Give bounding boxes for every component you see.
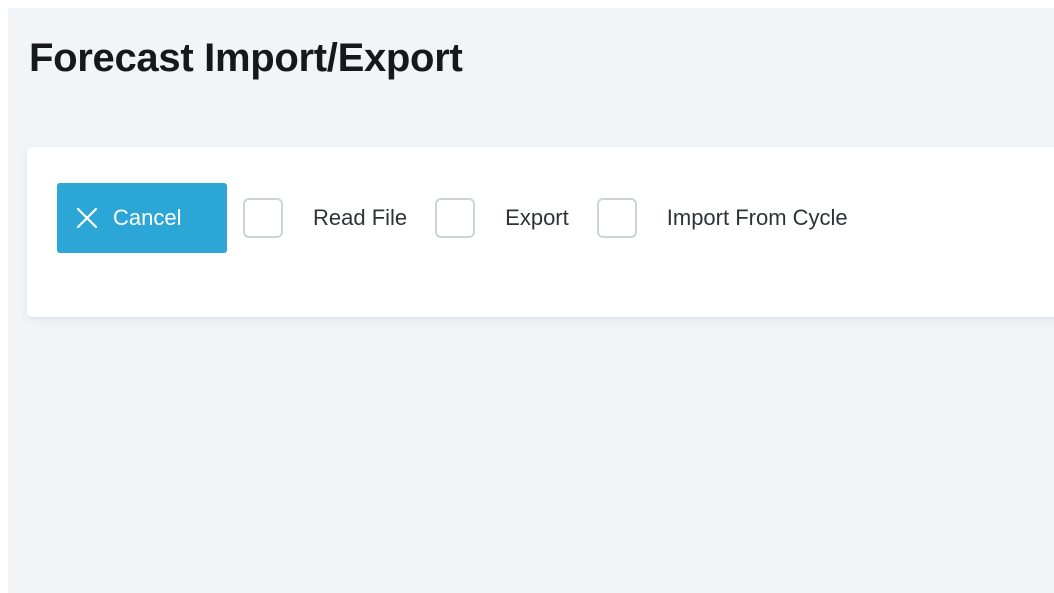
- cancel-button[interactable]: Cancel: [57, 183, 227, 253]
- action-card: Cancel Read File Export Import From Cycl…: [27, 147, 1054, 317]
- import-from-cycle-option[interactable]: Import From Cycle: [596, 198, 848, 238]
- page-title: Forecast Import/Export: [29, 36, 463, 80]
- cancel-button-label: Cancel: [113, 205, 182, 230]
- export-label: Export: [505, 205, 569, 230]
- import-from-cycle-label: Import From Cycle: [666, 205, 848, 230]
- page-background: Forecast Import/Export Cancel Read File …: [8, 8, 1054, 593]
- import-from-cycle-checkbox[interactable]: [596, 198, 637, 238]
- close-icon: [74, 205, 100, 231]
- read-file-checkbox[interactable]: [243, 198, 283, 238]
- read-file-option[interactable]: Read File: [243, 198, 407, 238]
- export-checkbox[interactable]: [435, 198, 476, 238]
- toolbar: Cancel Read File Export Import From Cycl…: [57, 183, 848, 253]
- read-file-label: Read File: [313, 205, 408, 230]
- export-option[interactable]: Export: [435, 198, 569, 238]
